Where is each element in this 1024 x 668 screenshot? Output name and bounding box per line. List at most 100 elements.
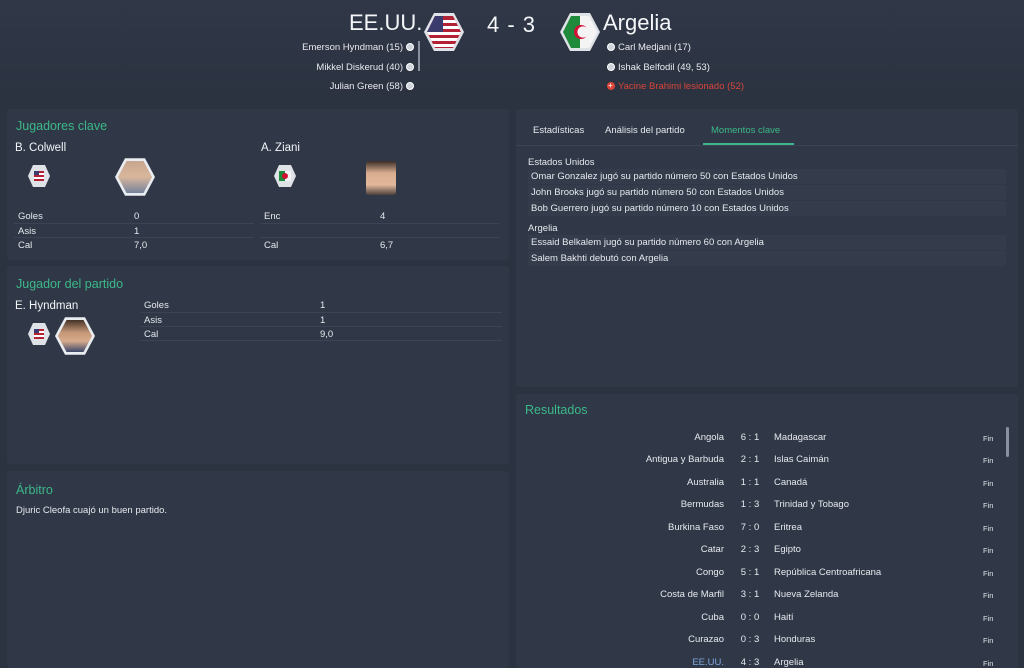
stat-label: Cal: [144, 329, 159, 340]
stat-value: 1: [320, 315, 326, 326]
home-scorer[interactable]: Julian Green (58): [302, 80, 414, 100]
goal-ball-icon: [607, 62, 615, 71]
stat-label: Goles: [18, 211, 43, 222]
result-home-team: Burkina Faso: [668, 521, 724, 533]
moment-group-title: Argelia: [528, 223, 558, 234]
divider: [140, 326, 502, 327]
stat-value: 6,7: [380, 240, 394, 251]
result-row[interactable]: Curazao 0 : 3 Honduras Fin: [516, 629, 996, 651]
away-injury-event[interactable]: Yacine Brahimi lesionado (52): [607, 79, 744, 100]
result-away-team: Nueva Zelanda: [774, 589, 839, 601]
result-away-team: Eritrea: [774, 521, 802, 533]
result-away-team: Madagascar: [774, 432, 827, 443]
away-scorer[interactable]: Ishak Belfodil (49, 53): [607, 61, 744, 81]
home-key-player-name[interactable]: B. Colwell: [15, 142, 66, 154]
player-photo-ziani[interactable]: [366, 161, 396, 195]
result-home-team: Cuba: [701, 611, 724, 623]
result-home-team: Costa de Marfil: [660, 589, 724, 601]
results-scrollbar[interactable]: [1006, 427, 1009, 457]
tab-statistics[interactable]: Estadísticas: [533, 125, 584, 136]
result-row[interactable]: Antigua y Barbuda 2 : 1 Islas Caimán Fin: [516, 449, 996, 471]
stat-value: 9,0: [320, 329, 334, 340]
stat-label: Cal: [18, 240, 33, 251]
result-score: 3 : 1: [740, 589, 760, 601]
result-status: Fin: [983, 546, 994, 556]
result-row[interactable]: Burkina Faso 7 : 0 Eritrea Fin: [516, 517, 996, 539]
result-row[interactable]: Cuba 0 : 0 Haití Fin: [516, 607, 996, 629]
result-away-team: Islas Caimán: [774, 454, 829, 466]
result-status: Fin: [983, 501, 994, 511]
result-away-team: Haití: [774, 611, 794, 623]
referee-title: Árbitro: [16, 483, 53, 497]
result-status: Fin: [983, 434, 994, 443]
match-score: 4 - 3: [487, 12, 537, 37]
usa-small-badge-icon: [28, 323, 50, 345]
stat-label: Asis: [144, 315, 162, 326]
player-of-match-panel: [7, 266, 509, 464]
goal-ball-icon: [406, 62, 414, 71]
result-home-team: Curazao: [688, 634, 724, 646]
result-home-team: Catar: [700, 544, 724, 556]
result-home-team: Bermudas: [680, 499, 724, 511]
result-row[interactable]: Costa de Marfil 3 : 1 Nueva Zelanda Fin: [516, 584, 996, 606]
result-score: 4 : 3: [740, 656, 760, 668]
result-row[interactable]: Congo 5 : 1 República Centroafricana Fin: [516, 562, 996, 584]
result-score: 0 : 0: [740, 611, 760, 623]
goal-ball-icon: [607, 43, 615, 51]
result-away-team: Argelia: [774, 656, 804, 668]
stat-label: Asis: [18, 226, 36, 237]
result-score: 0 : 3: [740, 634, 760, 646]
home-scorer[interactable]: Mikkel Diskerud (40): [302, 61, 414, 81]
divider: [14, 223, 254, 224]
algeria-badge-icon[interactable]: [560, 12, 600, 52]
result-status: Fin: [983, 456, 994, 466]
results-title: Resultados: [525, 403, 588, 417]
result-status: Fin: [983, 636, 994, 646]
result-home-team: Angola: [694, 432, 724, 443]
result-row[interactable]: Australia 1 : 1 Canadá Fin: [516, 472, 996, 494]
stat-value: 7,0: [134, 240, 148, 251]
injury-cross-icon: [607, 79, 615, 92]
moment-group-title: Estados Unidos: [528, 157, 595, 168]
home-team-name[interactable]: EE.UU.: [349, 10, 422, 36]
home-scorers-list: Emerson Hyndman (15) Mikkel Diskerud (40…: [302, 41, 414, 100]
algeria-small-badge-icon: [274, 165, 296, 187]
referee-comment: Djuric Cleofa cuajó un buen partido.: [16, 505, 168, 516]
result-away-team: Egipto: [774, 544, 801, 556]
result-away-team: Canadá: [774, 476, 808, 488]
result-home-team: EE.UU.: [692, 656, 724, 668]
key-players-title: Jugadores clave: [16, 119, 108, 133]
scroll-indicator: [418, 41, 420, 71]
result-score: 2 : 1: [740, 454, 760, 466]
result-row[interactable]: Bermudas 1 : 3 Trinidad y Tobago Fin: [516, 494, 996, 516]
moment-item: Omar Gonzalez jugó su partido número 50 …: [528, 169, 1006, 184]
result-away-team: Honduras: [774, 634, 816, 646]
referee-panel: [7, 471, 509, 668]
usa-badge-icon[interactable]: [424, 12, 464, 52]
result-row[interactable]: EE.UU. 4 : 3 Argelia Fin: [516, 652, 996, 668]
tab-separator: [516, 145, 1018, 146]
away-team-name[interactable]: Argelia: [603, 10, 671, 36]
result-status: Fin: [983, 523, 994, 533]
away-scorer[interactable]: Carl Medjani (17): [607, 41, 744, 61]
stat-label: Goles: [144, 300, 169, 311]
goal-ball-icon: [406, 82, 414, 90]
active-tab-indicator: [703, 143, 794, 145]
result-status: Fin: [983, 591, 994, 601]
moment-item: John Brooks jugó su partido número 50 co…: [528, 185, 1006, 200]
divider: [260, 223, 500, 224]
result-score: 1 : 3: [740, 499, 760, 511]
result-home-team: Congo: [696, 566, 724, 578]
home-scorer[interactable]: Emerson Hyndman (15): [302, 41, 414, 61]
result-status: Fin: [983, 658, 994, 668]
result-row[interactable]: Angola 6 : 1 Madagascar Fin: [516, 427, 996, 449]
tab-match-analysis[interactable]: Análisis del partido: [605, 125, 685, 136]
away-key-player-name[interactable]: A. Ziani: [261, 142, 300, 154]
result-away-team: República Centroafricana: [774, 566, 882, 578]
tab-key-moments[interactable]: Momentos clave: [711, 125, 780, 136]
stat-label: Cal: [264, 240, 279, 251]
potm-player-name[interactable]: E. Hyndman: [15, 300, 78, 312]
moment-item: Essaid Belkalem jugó su partido número 6…: [528, 235, 1006, 250]
result-row[interactable]: Catar 2 : 3 Egipto Fin: [516, 539, 996, 561]
potm-title: Jugador del partido: [16, 277, 124, 291]
